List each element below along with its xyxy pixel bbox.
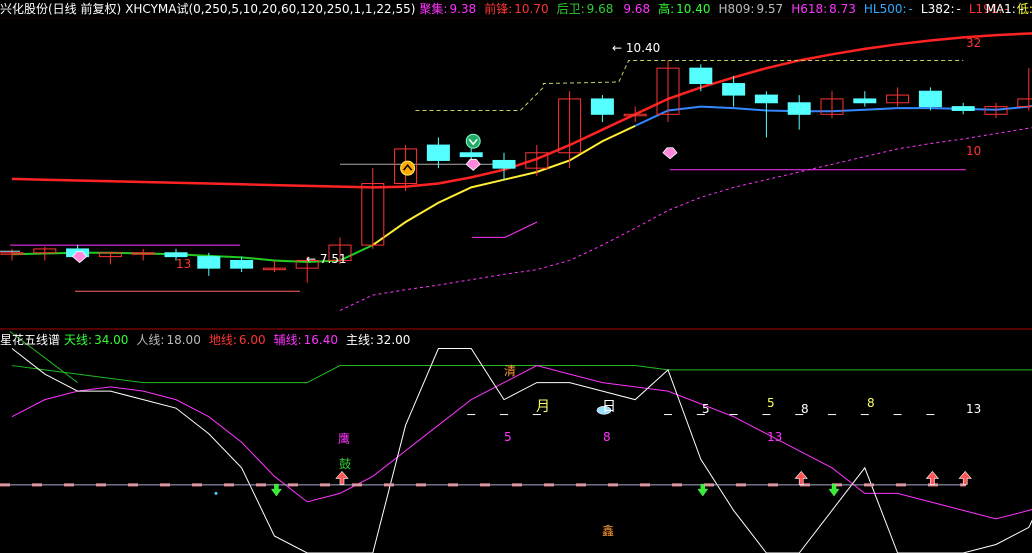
- main-indicator-header: 兴化股份(日线 前复权) XHCYMA试(0,250,5,10,20,60,120…: [0, 0, 1032, 18]
- header-value-3: 9.68: [623, 2, 651, 16]
- yue-label: 月: [536, 399, 550, 415]
- num-13-b: 13: [966, 402, 982, 416]
- sub-header-value-3: 16.40: [303, 333, 338, 347]
- num-8-b: 8: [801, 402, 809, 416]
- header-value-1: 10.70: [514, 2, 549, 16]
- count-left-label: 13: [176, 257, 192, 271]
- high-price-value: 10.40: [625, 41, 661, 55]
- header-value-8: -: [956, 2, 961, 16]
- sub-header-item-0: 天线: 34.00: [64, 333, 132, 347]
- header-item-6: H618: 8.73: [791, 2, 860, 16]
- up-arrow-badge-icon: [400, 160, 416, 176]
- header-item-2: 后卫: 9.68: [557, 2, 618, 16]
- header-value-0: 9.38: [449, 2, 477, 16]
- ma1-readout: MA1: -: [985, 2, 1024, 16]
- stock-name: 兴化股份(日线 前复权): [0, 2, 122, 16]
- low-price-value: 7.51: [319, 252, 347, 266]
- sub-header-label-4: 主线:: [346, 333, 375, 347]
- sub-indicator-title: 星花五线谱: [0, 333, 61, 347]
- num-8-a: 8: [603, 430, 611, 444]
- xin-label: 鑫: [602, 524, 615, 538]
- sub-header-item-1: 人线: 18.00: [136, 333, 204, 347]
- count-right-top-label: 32: [966, 36, 982, 50]
- candle-down: [197, 256, 221, 269]
- header-label-8: L382:: [920, 2, 955, 16]
- header-item-8: L382: -: [921, 2, 965, 16]
- candle-down: [492, 159, 516, 169]
- ying-label: 鹰: [338, 432, 351, 446]
- stock-chart[interactable]: [0, 0, 1032, 553]
- header-item-3: 9.68: [621, 2, 654, 16]
- sub-header-value-2: 6.00: [238, 333, 266, 347]
- sub-header-value-1: 18.00: [166, 333, 201, 347]
- num-5-b: 5: [702, 402, 710, 416]
- candle-down: [459, 152, 483, 158]
- header-label-7: HL500:: [863, 2, 907, 16]
- sub-header-label-3: 辅线:: [273, 333, 302, 347]
- sub-header-label-2: 地线:: [208, 333, 237, 347]
- header-label-1: 前锋:: [484, 2, 513, 16]
- sub-indicator-values: 天线: 34.00 人线: 18.00 地线: 6.00 辅线: 16.40 主线: 32.00: [64, 333, 418, 347]
- qing-label: 清: [504, 364, 517, 378]
- sub-header-label-0: 天线:: [64, 333, 93, 347]
- num-5-c: 5: [767, 396, 775, 410]
- header-item-0: 聚集: 9.38: [419, 2, 480, 16]
- gu-label: 鼓: [339, 457, 352, 471]
- sub-header-item-2: 地线: 6.00: [209, 333, 270, 347]
- sub-header-item-4: 主线: 32.00: [346, 333, 414, 347]
- header-value-6: 8.73: [829, 2, 856, 16]
- sub-header-value-0: 34.00: [94, 333, 129, 347]
- header-value-4: 10.40: [676, 2, 711, 16]
- header-value-7: -: [908, 2, 913, 16]
- candle-down: [853, 98, 877, 104]
- candle-down: [689, 67, 713, 85]
- low-price-label: ← 7.51: [306, 252, 347, 266]
- header-item-5: H809: 9.57: [718, 2, 787, 16]
- candle-down: [951, 106, 975, 111]
- sub-header-item-3: 辅线: 16.40: [274, 333, 342, 347]
- candle-down: [722, 83, 746, 96]
- header-label-5: H809:: [718, 2, 755, 16]
- num-13-a: 13: [767, 430, 783, 444]
- sub-indicator-header: 星花五线谱 天线: 34.00 人线: 18.00 地线: 6.00 辅线: 16.40 主线: 3…: [0, 331, 422, 349]
- chart-background: [0, 0, 1032, 553]
- header-item-7: HL500: -: [864, 2, 917, 16]
- down-arrow-badge-icon: [465, 133, 481, 149]
- candle-down: [787, 102, 811, 115]
- indicator-params: XHCYMA试(0,250,5,10,20,60,120,250,1,1,22,…: [125, 2, 416, 16]
- candle-down: [426, 144, 450, 161]
- candle-down: [230, 259, 254, 269]
- header-label-4: 高:: [658, 2, 675, 16]
- header-value-5: 9.57: [756, 2, 784, 16]
- header-item-1: 前锋: 10.70: [484, 2, 552, 16]
- header-value-2: 9.68: [586, 2, 614, 16]
- dot-marker: [214, 491, 218, 495]
- candle-down: [918, 90, 942, 108]
- header-label-2: 后卫:: [556, 2, 585, 16]
- ri-label: 日: [602, 399, 616, 415]
- header-label-6: H618:: [791, 2, 828, 16]
- count-right-bottom-label: 10: [966, 144, 982, 158]
- num-8-c: 8: [867, 396, 875, 410]
- indicator-values: 聚集: 9.38 前锋: 10.70 后卫: 9.68 9.68 高: 10.40 H809: 9.…: [419, 2, 1032, 16]
- header-label-0: 聚集:: [419, 2, 448, 16]
- candle-down: [754, 94, 778, 104]
- num-5-a: 5: [504, 430, 512, 444]
- sub-header-value-4: 32.00: [376, 333, 411, 347]
- candle-down: [590, 98, 614, 115]
- header-item-4: 高: 10.40: [658, 2, 714, 16]
- high-price-label: ← 10.40: [612, 41, 661, 55]
- sub-header-label-1: 人线:: [136, 333, 165, 347]
